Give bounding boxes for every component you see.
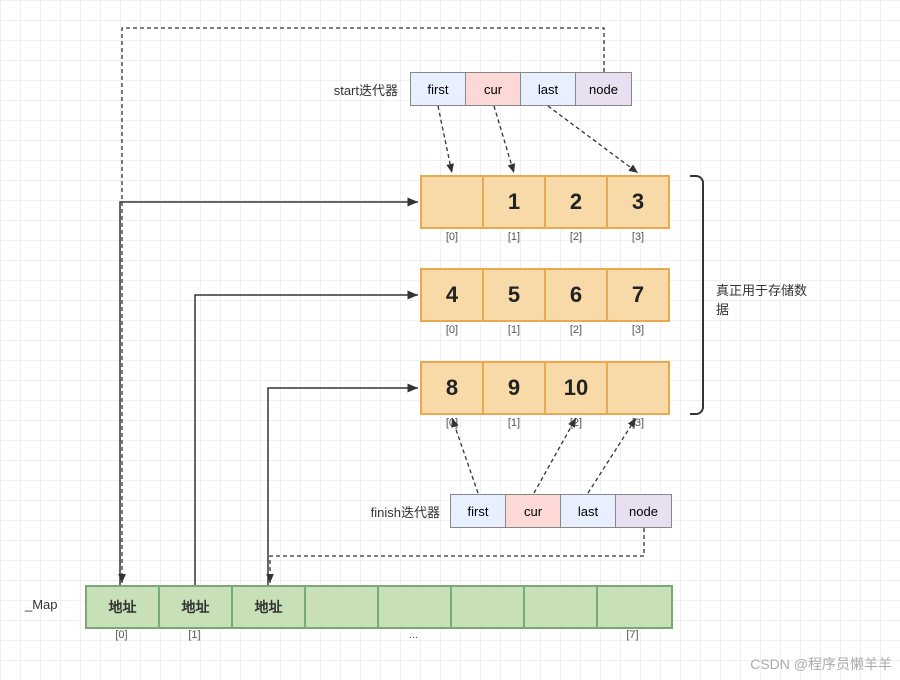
buffer-row-0: 1 2 3 — [420, 175, 670, 229]
buffer-indices-2: [0][1][2][3] — [420, 417, 670, 429]
start-iterator: first cur last node — [410, 72, 632, 106]
buffer-cell: 7 — [606, 268, 670, 322]
finish-node-cell: node — [616, 495, 671, 527]
map-array: 地址 地址 地址 — [85, 585, 673, 629]
map-cell — [306, 587, 379, 627]
buffer-cell: 9 — [482, 361, 546, 415]
buffer-indices-0: [0][1][2][3] — [420, 231, 670, 243]
buffer-cell: 2 — [544, 175, 608, 229]
finish-cur-cell: cur — [506, 495, 561, 527]
buffer-cell — [420, 175, 484, 229]
buffer-cell: 8 — [420, 361, 484, 415]
start-last-cell: last — [521, 73, 576, 105]
buffer-cell: 1 — [482, 175, 546, 229]
map-label: _Map — [25, 597, 75, 612]
watermark: CSDN @程序员懒羊羊 — [750, 654, 892, 674]
map-cell: 地址 — [160, 587, 233, 627]
map-cell — [598, 587, 671, 627]
start-first-cell: first — [411, 73, 466, 105]
start-node-cell: node — [576, 73, 631, 105]
storage-annotation: 真正用于存储数据 — [716, 280, 816, 318]
map-cell — [379, 587, 452, 627]
map-indices: [0][1]...[7] — [85, 629, 669, 641]
buffer-cell: 10 — [544, 361, 608, 415]
start-iterator-label: start迭代器 — [308, 80, 398, 99]
finish-iterator-label: finish迭代器 — [340, 502, 440, 521]
buffer-row-1: 4 5 6 7 — [420, 268, 670, 322]
buffer-cell: 4 — [420, 268, 484, 322]
map-cell: 地址 — [87, 587, 160, 627]
buffer-cell: 3 — [606, 175, 670, 229]
map-cell: 地址 — [233, 587, 306, 627]
start-cur-cell: cur — [466, 73, 521, 105]
brace-icon — [690, 175, 704, 415]
finish-iterator: first cur last node — [450, 494, 672, 528]
buffer-cell: 6 — [544, 268, 608, 322]
finish-first-cell: first — [451, 495, 506, 527]
map-cell — [525, 587, 598, 627]
buffer-row-2: 8 9 10 — [420, 361, 670, 415]
finish-last-cell: last — [561, 495, 616, 527]
buffer-indices-1: [0][1][2][3] — [420, 324, 670, 336]
map-cell — [452, 587, 525, 627]
buffer-cell: 5 — [482, 268, 546, 322]
buffer-cell — [606, 361, 670, 415]
